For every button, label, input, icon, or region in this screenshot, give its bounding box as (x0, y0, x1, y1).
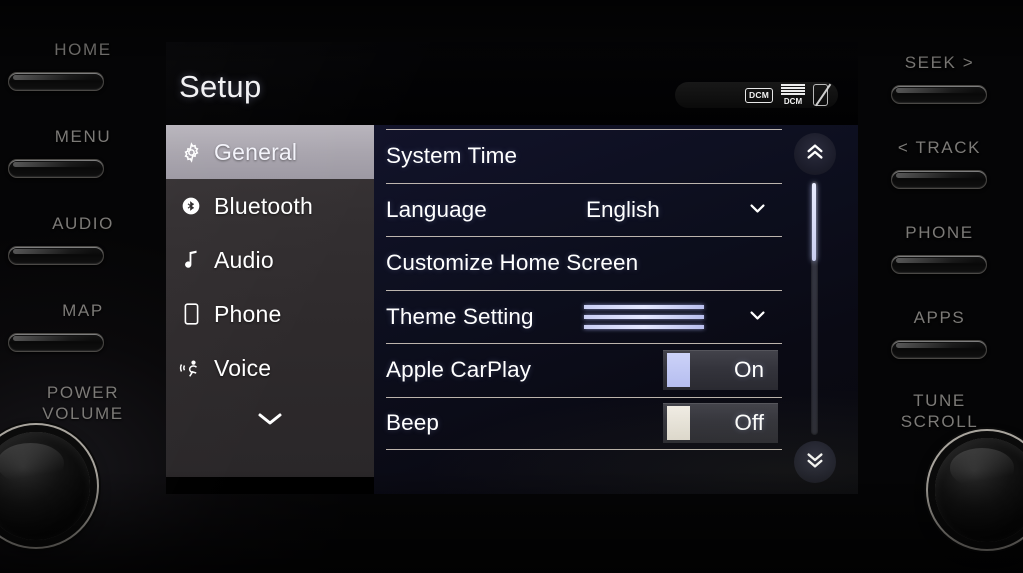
sidebar-item-label: General (214, 138, 298, 165)
audio-button-label: AUDIO (52, 214, 114, 233)
settings-sidebar: General Bluetooth Audio Phone Voice (166, 125, 374, 477)
audio-button[interactable] (8, 246, 104, 265)
tune-scroll-knob-label-line2: SCROLL (900, 412, 979, 431)
row-label: Customize Home Screen (386, 250, 639, 276)
row-label: Apple CarPlay (386, 357, 532, 383)
sidebar-item-bluetooth[interactable]: Bluetooth (166, 179, 374, 233)
phone-disconnected-icon (813, 83, 831, 107)
status-bar: DCM DCM (675, 82, 838, 108)
sidebar-item-audio[interactable]: Audio (166, 233, 374, 287)
phone-button-label: PHONE (905, 223, 974, 242)
settings-row-beep[interactable]: Beep Off (386, 396, 782, 450)
sidebar-item-label: Voice (214, 354, 272, 381)
track-button[interactable] (891, 170, 987, 189)
toggle-state-label: On (733, 357, 764, 383)
row-label: Theme Setting (386, 303, 534, 329)
settings-row-theme-setting[interactable]: Theme Setting (386, 289, 782, 344)
sidebar-item-label: Audio (214, 246, 274, 273)
sidebar-item-label: Bluetooth (214, 192, 313, 219)
row-value: English (586, 196, 660, 222)
double-chevron-up-icon (804, 142, 826, 167)
tune-scroll-knob-label-line1: TUNE (913, 391, 966, 410)
row-label: System Time (386, 143, 518, 169)
tune-scroll-knob[interactable] (935, 438, 1023, 542)
settings-list: System Time Language English Customize H… (386, 129, 782, 450)
seek-button-label: SEEK > (904, 53, 975, 72)
phone-button[interactable] (891, 255, 987, 274)
dcm-signal-label: DCM (783, 96, 803, 106)
track-button-label: < TRACK (897, 138, 982, 157)
home-button-label: HOME (54, 40, 112, 59)
scroll-down-button[interactable] (794, 441, 836, 483)
settings-row-language[interactable]: Language English (386, 182, 782, 237)
map-button-label: MAP (62, 301, 104, 320)
row-label: Language (386, 196, 487, 222)
signal-bars-icon (781, 84, 805, 95)
phone-icon (179, 303, 203, 325)
settings-row-customize-home-screen[interactable]: Customize Home Screen (386, 236, 782, 290)
chevron-down-icon[interactable] (749, 203, 766, 214)
toggle-thumb (667, 353, 690, 388)
music-note-icon (179, 250, 203, 271)
sidebar-item-voice[interactable]: Voice (166, 341, 374, 395)
right-bezel-controls: SEEK > < TRACK PHONE APPS TUNE SCROLL (856, 0, 1023, 573)
sidebar-more-button[interactable] (166, 395, 374, 447)
gear-icon (179, 141, 203, 163)
screen-body: General Bluetooth Audio Phone Voice Syst… (166, 125, 858, 494)
sidebar-item-phone[interactable]: Phone (166, 287, 374, 341)
power-volume-knob-label-line1: POWER (46, 383, 120, 402)
toggle-thumb (667, 406, 690, 441)
chevron-down-icon (256, 411, 284, 432)
seek-button[interactable] (891, 85, 987, 104)
page-title: Setup (179, 69, 262, 104)
double-chevron-down-icon (804, 450, 826, 475)
sidebar-item-general[interactable]: General (166, 125, 374, 179)
head-unit-dashboard: HOME MENU AUDIO MAP POWER VOLUME SEEK > … (0, 0, 1023, 573)
apps-button-label: APPS (913, 308, 966, 327)
scrollbar-track[interactable] (811, 181, 818, 435)
chevron-down-icon[interactable] (749, 310, 766, 321)
left-bezel-controls: HOME MENU AUDIO MAP POWER VOLUME (0, 0, 166, 573)
voice-icon (179, 358, 203, 378)
settings-content-panel: System Time Language English Customize H… (374, 125, 858, 494)
scroll-up-button[interactable] (794, 133, 836, 175)
toggle-state-label: Off (734, 410, 764, 436)
bluetooth-icon (179, 196, 203, 216)
menu-button[interactable] (8, 159, 104, 178)
power-volume-knob[interactable] (0, 432, 90, 540)
settings-row-apple-carplay[interactable]: Apple CarPlay On (386, 343, 782, 397)
theme-preview-swatch (584, 304, 704, 329)
apple-carplay-toggle[interactable]: On (663, 350, 778, 391)
screen-header: Setup DCM DCM (166, 42, 858, 125)
apps-button[interactable] (891, 340, 987, 359)
beep-toggle[interactable]: Off (663, 403, 778, 444)
menu-button-label: MENU (54, 127, 112, 146)
infotainment-screen: Setup DCM DCM General Bluetooth Audio Ph… (166, 42, 858, 494)
map-button[interactable] (8, 333, 104, 352)
sidebar-item-label: Phone (214, 300, 282, 327)
dcm-badge-icon: DCM (745, 87, 773, 103)
row-label: Beep (386, 410, 439, 436)
home-button[interactable] (8, 72, 104, 91)
dcm-signal-icon: DCM (781, 84, 805, 106)
settings-row-system-time[interactable]: System Time (386, 129, 782, 183)
power-volume-knob-label-line2: VOLUME (42, 404, 124, 423)
scroll-controls (792, 133, 838, 483)
scrollbar-thumb[interactable] (812, 183, 816, 261)
